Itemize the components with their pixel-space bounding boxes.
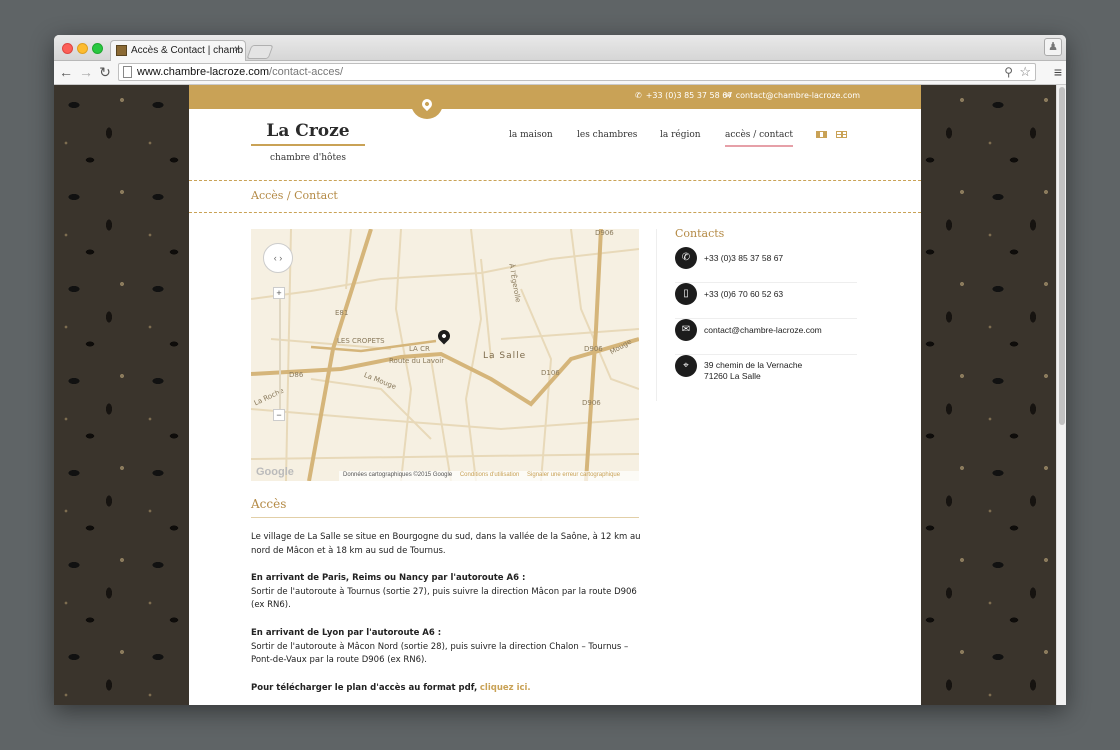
contact-row-email[interactable]: ✉ contact@chambre-lacroze.com <box>675 319 857 355</box>
tab-bar: Accès & Contact | chamb × ♟ <box>54 35 1066 61</box>
map-pan-control[interactable]: ‹ › <box>263 243 293 273</box>
address-line-2: 71260 La Salle <box>704 371 761 381</box>
browser-toolbar: ← → ↻ www.chambre-lacroze.com/contact-ac… <box>54 61 1066 85</box>
map-report-link[interactable]: Signaler une erreur cartographique <box>527 472 620 478</box>
logo-name: La Croze <box>251 121 365 146</box>
map-label-route-du-lavoir: Route du Lavoir <box>389 357 445 365</box>
topbar-email[interactable]: ✉ contact@chambre-lacroze.com <box>725 91 860 100</box>
envelope-icon: ✉ <box>675 319 697 341</box>
map-terms-link[interactable]: Conditions d'utilisation <box>460 472 520 478</box>
browser-tab[interactable]: Accès & Contact | chamb × <box>110 40 246 61</box>
acces-lyon-text: Sortir de l'autoroute à Mâcon Nord (sort… <box>251 641 629 666</box>
topbar-email-text: contact@chambre-lacroze.com <box>735 91 861 100</box>
contact-row-address: ⌖ 39 chemin de la Vernache 71260 La Sall… <box>675 355 857 391</box>
profile-icon[interactable]: ♟ <box>1044 38 1062 56</box>
contact-email-text: contact@chambre-lacroze.com <box>704 325 822 335</box>
acces-paris: En arrivant de Paris, Reims ou Nancy par… <box>251 572 643 613</box>
acces-paris-text: Sortir de l'autoroute à Tournus (sortie … <box>251 586 637 611</box>
google-map[interactable]: D906 LES CROPETS LA CR Route du Lavoir L… <box>251 229 639 481</box>
map-label-les-cropets: LES CROPETS <box>337 337 385 345</box>
page-icon <box>123 66 132 78</box>
page-title: Accès / Contact <box>251 189 338 202</box>
map-label-d86: D86 <box>289 371 304 379</box>
close-tab-icon[interactable]: × <box>234 44 240 55</box>
contact-row-mobile[interactable]: ▯ +33 (0)6 70 60 52 63 <box>675 283 857 319</box>
location-tab[interactable] <box>411 96 443 119</box>
page-scrollbar[interactable] <box>1056 85 1066 705</box>
favicon-icon <box>116 45 127 56</box>
forward-button[interactable]: → <box>78 63 94 81</box>
reload-button[interactable]: ↻ <box>97 63 113 81</box>
phone-icon: ✆ <box>675 247 697 269</box>
map-attribution: Données cartographiques ©2015 Google Con… <box>339 471 639 481</box>
map-zoom-slider[interactable] <box>279 289 281 419</box>
map-label-e81: E81 <box>335 309 349 317</box>
map-zoom-in-button[interactable]: + <box>273 287 285 299</box>
contact-phone-text: +33 (0)3 85 37 58 67 <box>704 253 784 263</box>
contact-address-text: 39 chemin de la Vernache 71260 La Salle <box>704 360 802 382</box>
address-bar[interactable]: www.chambre-lacroze.com/contact-acces/ ⚲… <box>118 63 1036 81</box>
topbar-phone[interactable]: ✆ +33 (0)3 85 37 58 67 <box>635 91 732 100</box>
site-page: ✆ +33 (0)3 85 37 58 67 ✉ contact@chambre-l… <box>189 85 921 705</box>
google-logo: Google <box>256 466 294 478</box>
url-path: /contact-acces/ <box>269 66 344 78</box>
browser-window: Accès & Contact | chamb × ♟ ← → ↻ www.ch… <box>54 35 1066 705</box>
mobile-phone-icon: ▯ <box>675 283 697 305</box>
acces-pdf-text: Pour télécharger le plan d'accès au form… <box>251 683 478 693</box>
contact-row-phone[interactable]: ✆ +33 (0)3 85 37 58 67 <box>675 247 857 283</box>
map-attribution-text: Données cartographiques ©2015 Google <box>343 472 453 478</box>
map-zoom-out-button[interactable]: − <box>273 409 285 421</box>
browser-menu-icon[interactable]: ≡ <box>1054 64 1062 80</box>
map-roads <box>251 229 639 481</box>
contacts-title: Contacts <box>675 227 725 240</box>
acces-pdf: Pour télécharger le plan d'accès au form… <box>251 682 643 696</box>
topbar-phone-text: +33 (0)3 85 37 58 67 <box>645 91 733 100</box>
acces-intro: Le village de La Salle se situe en Bourg… <box>251 532 641 556</box>
zoom-icon[interactable]: ⚲ <box>1004 65 1013 79</box>
maximize-window-button[interactable] <box>92 43 103 54</box>
contact-topbar: ✆ +33 (0)3 85 37 58 67 ✉ contact@chambre-l… <box>189 85 921 109</box>
nav-la-maison[interactable]: la maison <box>509 130 553 140</box>
new-tab-button[interactable] <box>246 45 274 59</box>
french-flag-icon[interactable] <box>816 131 827 138</box>
phone-icon: ✆ <box>635 91 642 100</box>
tab-title: Accès & Contact | chamb <box>131 45 244 56</box>
acces-paris-heading: En arrivant de Paris, Reims ou Nancy par… <box>251 573 526 583</box>
address-line-1: 39 chemin de la Vernache <box>704 360 803 370</box>
page-viewport: ✆ +33 (0)3 85 37 58 67 ✉ contact@chambre-l… <box>54 85 1066 705</box>
nav-la-region[interactable]: la région <box>660 130 701 140</box>
acces-divider <box>251 517 639 518</box>
map-label-la-salle: La Salle <box>483 351 527 361</box>
contact-mobile-text: +33 (0)6 70 60 52 63 <box>704 289 784 299</box>
column-separator <box>656 229 657 401</box>
envelope-icon: ✉ <box>725 91 732 100</box>
close-window-button[interactable] <box>62 43 73 54</box>
acces-title: Accès <box>251 497 287 511</box>
minimize-window-button[interactable] <box>77 43 88 54</box>
location-pin-icon: ⌖ <box>675 355 697 377</box>
nav-les-chambres[interactable]: les chambres <box>577 130 637 140</box>
bookmark-star-icon[interactable]: ☆ <box>1019 64 1031 80</box>
nav-acces-contact[interactable]: accès / contact <box>725 130 794 147</box>
english-flag-icon[interactable] <box>836 131 847 138</box>
map-label-d906-top: D906 <box>595 229 614 237</box>
location-pin-icon <box>419 96 435 112</box>
acces-lyon-heading: En arrivant de Lyon par l'autoroute A6 : <box>251 628 442 638</box>
site-logo[interactable]: La Croze chambre d'hôtes <box>251 121 365 163</box>
logo-tagline: chambre d'hôtes <box>270 153 346 163</box>
url-host: www.chambre-lacroze.com <box>137 66 270 78</box>
map-label-d106: D106 <box>541 369 560 377</box>
map-label-d906-low: D906 <box>582 399 601 407</box>
scrollbar-thumb[interactable] <box>1059 87 1065 425</box>
header-divider <box>189 180 921 181</box>
back-button[interactable]: ← <box>58 63 74 81</box>
map-label-la-cr: LA CR <box>409 345 430 353</box>
map-label-d906-mid: D906 <box>584 345 603 353</box>
acces-lyon: En arrivant de Lyon par l'autoroute A6 :… <box>251 627 643 668</box>
acces-pdf-link[interactable]: cliquez ici. <box>480 683 531 693</box>
title-divider <box>189 212 921 213</box>
